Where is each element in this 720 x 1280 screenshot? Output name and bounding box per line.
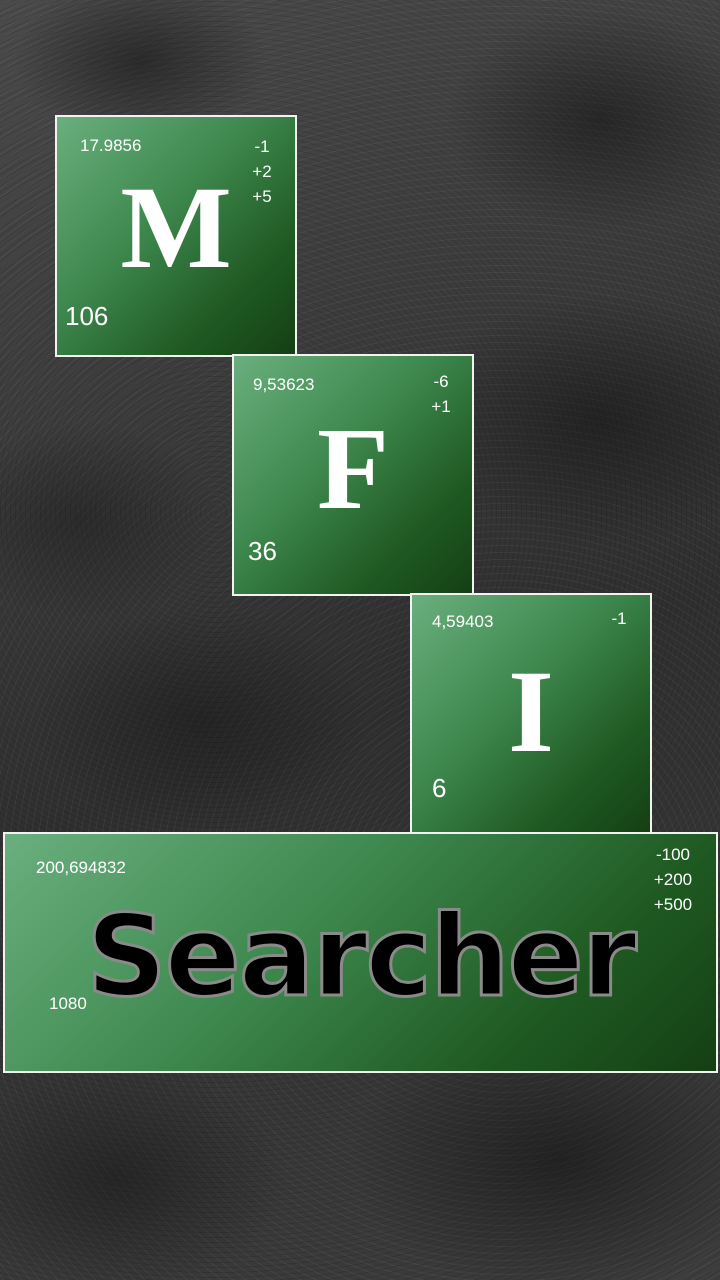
app-title: Searcher: [85, 891, 639, 1024]
title-mass: 200,694832: [36, 858, 126, 877]
atomic-mass: 17.9856: [80, 136, 142, 155]
oxidation-state: -1: [254, 137, 270, 156]
atomic-number: 106: [65, 301, 109, 331]
element-symbol: I: [508, 646, 554, 777]
oxidation-state: -100: [655, 845, 691, 864]
element-tile-m: 17.9856 -1 +2 +5 M 106: [55, 115, 297, 357]
atomic-number: 36: [248, 536, 277, 566]
oxidation-state: +200: [653, 870, 693, 889]
oxidation-states: -1: [602, 606, 636, 631]
oxidation-state: -6: [433, 372, 449, 391]
atomic-number: 6: [432, 773, 447, 803]
oxidation-state: -1: [611, 609, 627, 628]
element-symbol: M: [120, 162, 232, 293]
atomic-mass: 9,53623: [253, 375, 315, 394]
title-number: 1080: [49, 994, 87, 1013]
element-tile-i: 4,59403 -1 I 6: [410, 593, 652, 835]
element-symbol: F: [316, 403, 390, 534]
element-tile-f: 9,53623 -6 +1 F 36: [232, 354, 474, 596]
atomic-mass: 4,59403: [432, 612, 494, 631]
title-tile: 200,694832 -100 +200 +500 Searcher 1080: [3, 832, 718, 1073]
